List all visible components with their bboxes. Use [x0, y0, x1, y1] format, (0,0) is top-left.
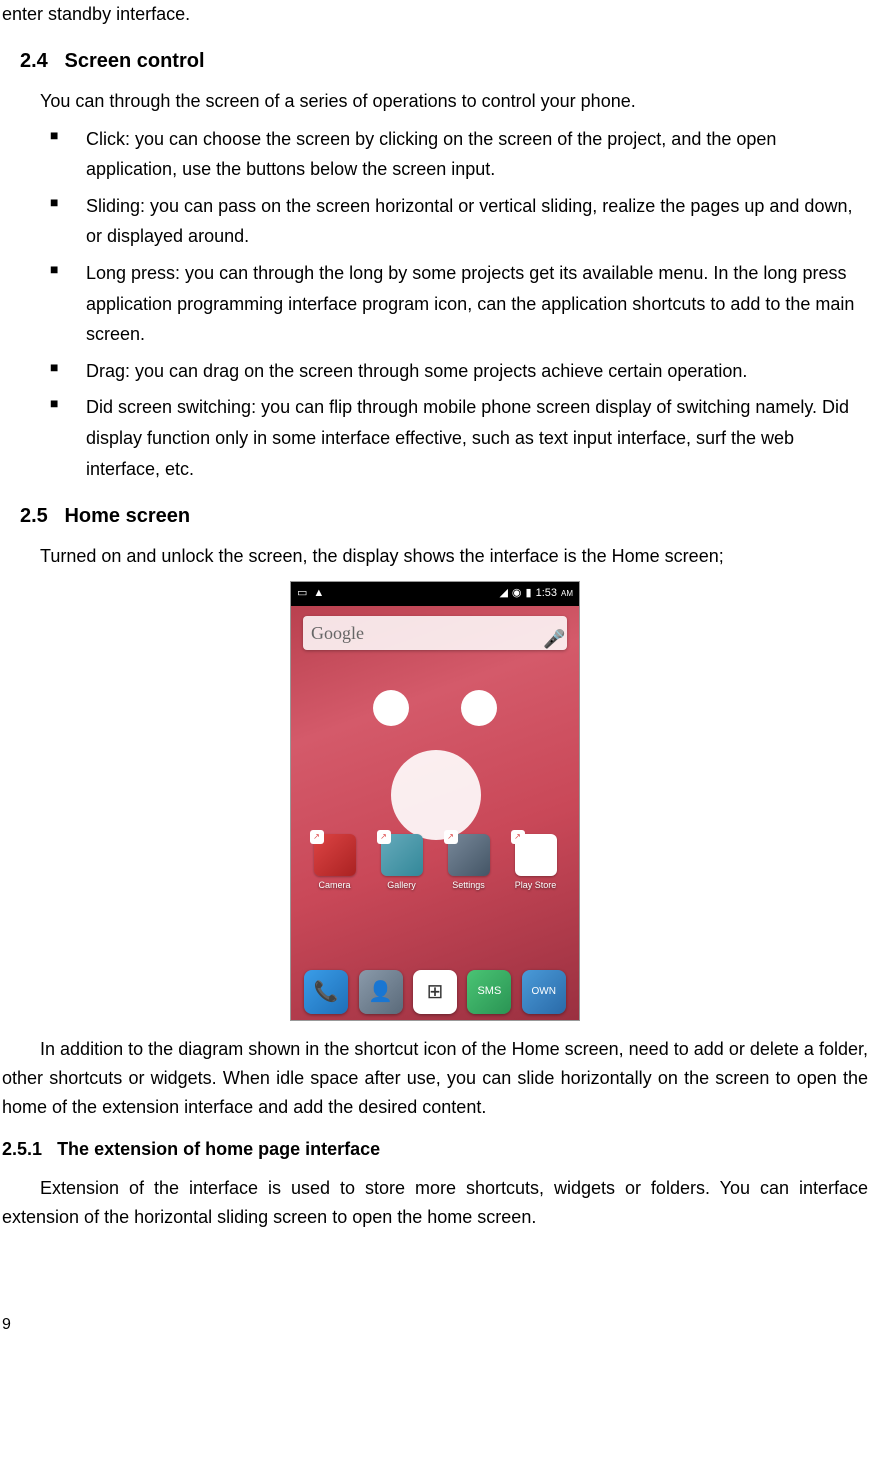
camera-icon: ↗ [314, 834, 356, 876]
heading-2-5-1: 2.5.1 The extension of home page interfa… [2, 1135, 868, 1164]
heading-title: Home screen [64, 505, 190, 527]
app-settings[interactable]: ↗ Settings [439, 834, 499, 892]
bullet-screen-switching: Did screen switching: you can flip throu… [50, 392, 868, 484]
google-logo-text: Google [311, 619, 543, 648]
app-label: Camera [318, 878, 350, 892]
section-2-5-after-image: In addition to the diagram shown in the … [2, 1035, 868, 1121]
warning-icon: ▲ [313, 585, 324, 603]
dock-phone-icon[interactable]: 📞 [304, 970, 348, 1014]
fragment-previous-page: enter standby interface. [2, 0, 868, 29]
gallery-icon: ↗ [381, 834, 423, 876]
dock-row: 📞 👤 ⊞ SMS OWN [291, 964, 579, 1020]
wallpaper-face [291, 660, 579, 830]
heading-2-4: 2.4 Screen control [20, 45, 868, 77]
app-label: Gallery [387, 878, 416, 892]
phone-screenshot-container: ▭ ▲ ◢ ◉ ▮ 1:53 AM Google 🎤 [2, 581, 868, 1021]
mic-icon[interactable]: 🎤 [543, 625, 559, 641]
heading-number: 2.5 [20, 505, 48, 527]
status-time: 1:53 [536, 585, 557, 603]
heading-2-5: 2.5 Home screen [20, 500, 868, 532]
settings-icon: ↗ [448, 834, 490, 876]
wifi-icon: ◉ [512, 585, 522, 603]
subheading-title: The extension of home page interface [57, 1139, 380, 1159]
phone-screenshot: ▭ ▲ ◢ ◉ ▮ 1:53 AM Google 🎤 [290, 581, 580, 1021]
section-2-4-intro: You can through the screen of a series o… [40, 87, 868, 116]
section-2-4-bullets: Click: you can choose the screen by clic… [50, 124, 868, 485]
dock-own-icon[interactable]: OWN [522, 970, 566, 1014]
app-camera[interactable]: ↗ Camera [305, 834, 365, 892]
app-gallery[interactable]: ↗ Gallery [372, 834, 432, 892]
app-playstore[interactable]: ↗ Play Store [506, 834, 566, 892]
status-bar: ▭ ▲ ◢ ◉ ▮ 1:53 AM [291, 582, 579, 606]
eye-right-icon [461, 690, 497, 726]
section-2-5-1-body: Extension of the interface is used to st… [2, 1174, 868, 1232]
sim-icon: ▭ [297, 585, 307, 603]
app-label: Play Store [515, 878, 557, 892]
status-right: ◢ ◉ ▮ 1:53 AM [499, 585, 573, 603]
battery-icon: ▮ [526, 585, 532, 603]
dock-contacts-icon[interactable]: 👤 [359, 970, 403, 1014]
heading-title: Screen control [64, 50, 204, 72]
mouth-icon [391, 750, 481, 840]
eye-left-icon [373, 690, 409, 726]
heading-number: 2.4 [20, 50, 48, 72]
dock-apps-icon[interactable]: ⊞ [413, 970, 457, 1014]
bullet-drag: Drag: you can drag on the screen through… [50, 356, 868, 387]
playstore-icon: ↗ [515, 834, 557, 876]
dock-sms-icon[interactable]: SMS [467, 970, 511, 1014]
signal-icon: ◢ [499, 585, 507, 603]
subheading-number: 2.5.1 [2, 1139, 42, 1159]
page-number: 9 [2, 1312, 868, 1338]
status-left-icons: ▭ ▲ [297, 585, 324, 603]
app-label: Settings [452, 878, 485, 892]
bullet-long-press: Long press: you can through the long by … [50, 258, 868, 350]
section-2-5-intro: Turned on and unlock the screen, the dis… [2, 542, 868, 571]
bullet-sliding: Sliding: you can pass on the screen hori… [50, 191, 868, 252]
bullet-click: Click: you can choose the screen by clic… [50, 124, 868, 185]
google-search-bar[interactable]: Google 🎤 [303, 616, 567, 650]
status-ampm: AM [561, 588, 573, 601]
